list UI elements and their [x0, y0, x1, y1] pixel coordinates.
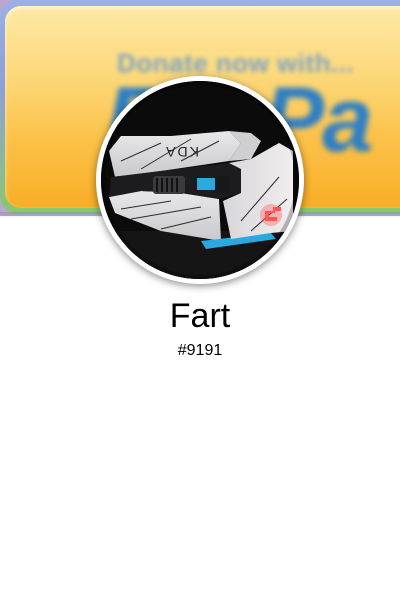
profile-card: Donate now with... PayPa: [0, 0, 400, 600]
user-discriminator: #9191: [177, 342, 223, 359]
avatar: KDA: [101, 81, 299, 279]
gaming-mouse-icon: KDA: [101, 81, 299, 279]
logo-icon: [260, 204, 282, 226]
avatar-ring: KDA: [96, 76, 304, 284]
username: Fart: [169, 297, 231, 335]
